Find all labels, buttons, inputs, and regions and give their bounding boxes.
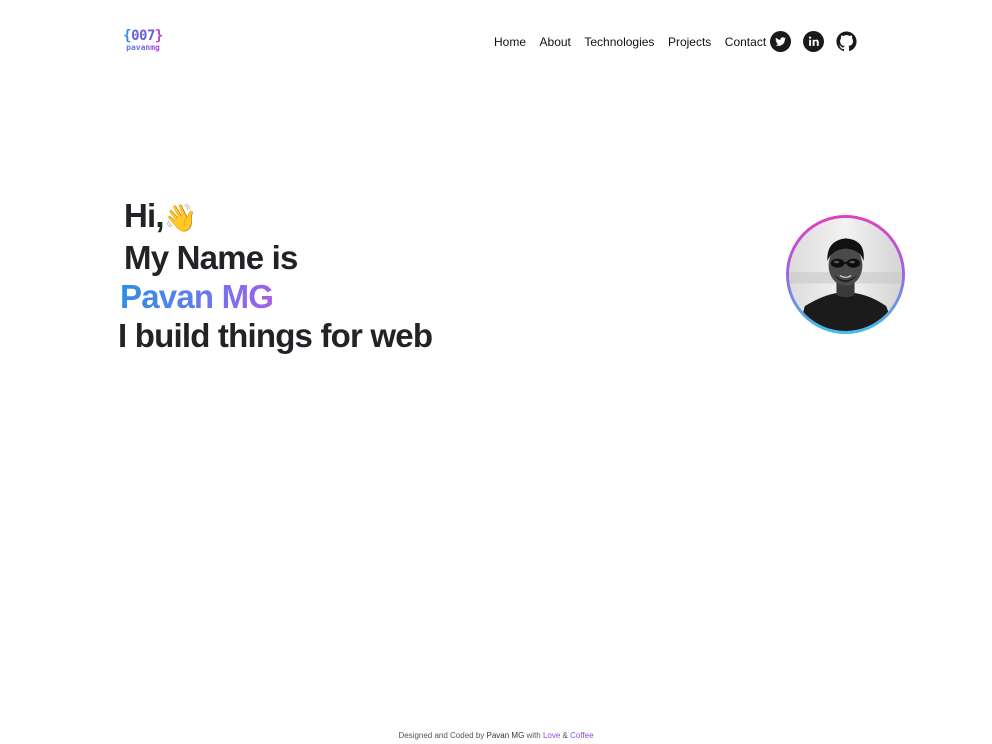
site-footer: Designed and Coded by Pavan MG with Love… — [0, 731, 992, 741]
footer-coffee: Coffee — [570, 731, 594, 740]
nav-contact[interactable]: Contact — [725, 34, 766, 50]
nav-projects[interactable]: Projects — [668, 34, 711, 50]
hero-name-line: Pavan MG — [118, 277, 432, 316]
github-icon — [836, 31, 857, 52]
twitter-icon — [770, 31, 791, 52]
logo[interactable]: {007} pavanmg — [123, 29, 163, 52]
linkedin-icon — [803, 31, 824, 52]
hero-tagline: I build things for web — [118, 317, 433, 354]
footer-author: Pavan MG — [486, 731, 525, 740]
hero-greeting-line: Hi,👋 — [118, 196, 432, 238]
logo-number: 007 — [131, 28, 155, 44]
footer-prefix: Designed and Coded by — [398, 731, 487, 740]
avatar-ring — [786, 215, 905, 334]
hero-name: Pavan MG — [120, 278, 274, 315]
avatar-photo — [789, 218, 902, 331]
linkedin-link[interactable] — [803, 31, 824, 52]
logo-subtitle: pavanmg — [123, 44, 163, 52]
hero-greeting: Hi, — [124, 197, 165, 234]
logo-brace-open: { — [123, 28, 132, 44]
logo-mark: {007} — [123, 29, 163, 43]
logo-brace-close: } — [154, 28, 163, 44]
nav-about[interactable]: About — [540, 34, 571, 50]
nav-home[interactable]: Home — [494, 34, 526, 50]
nav-technologies[interactable]: Technologies — [584, 34, 654, 50]
github-link[interactable] — [836, 31, 857, 52]
avatar — [789, 218, 902, 331]
twitter-link[interactable] — [770, 31, 791, 52]
hero-section: Hi,👋 My Name is Pavan MG I build things … — [118, 196, 433, 355]
wave-icon: 👋 — [163, 203, 198, 233]
footer-amp: & — [560, 731, 571, 740]
main-nav: Home About Technologies Projects Contact — [494, 34, 780, 50]
social-links — [770, 31, 857, 52]
footer-love: Love — [542, 731, 561, 740]
site-header: {007} pavanmg Home About Technologies Pr… — [0, 0, 992, 84]
footer-with: with — [524, 731, 543, 740]
hero-intro: My Name is — [124, 239, 298, 276]
